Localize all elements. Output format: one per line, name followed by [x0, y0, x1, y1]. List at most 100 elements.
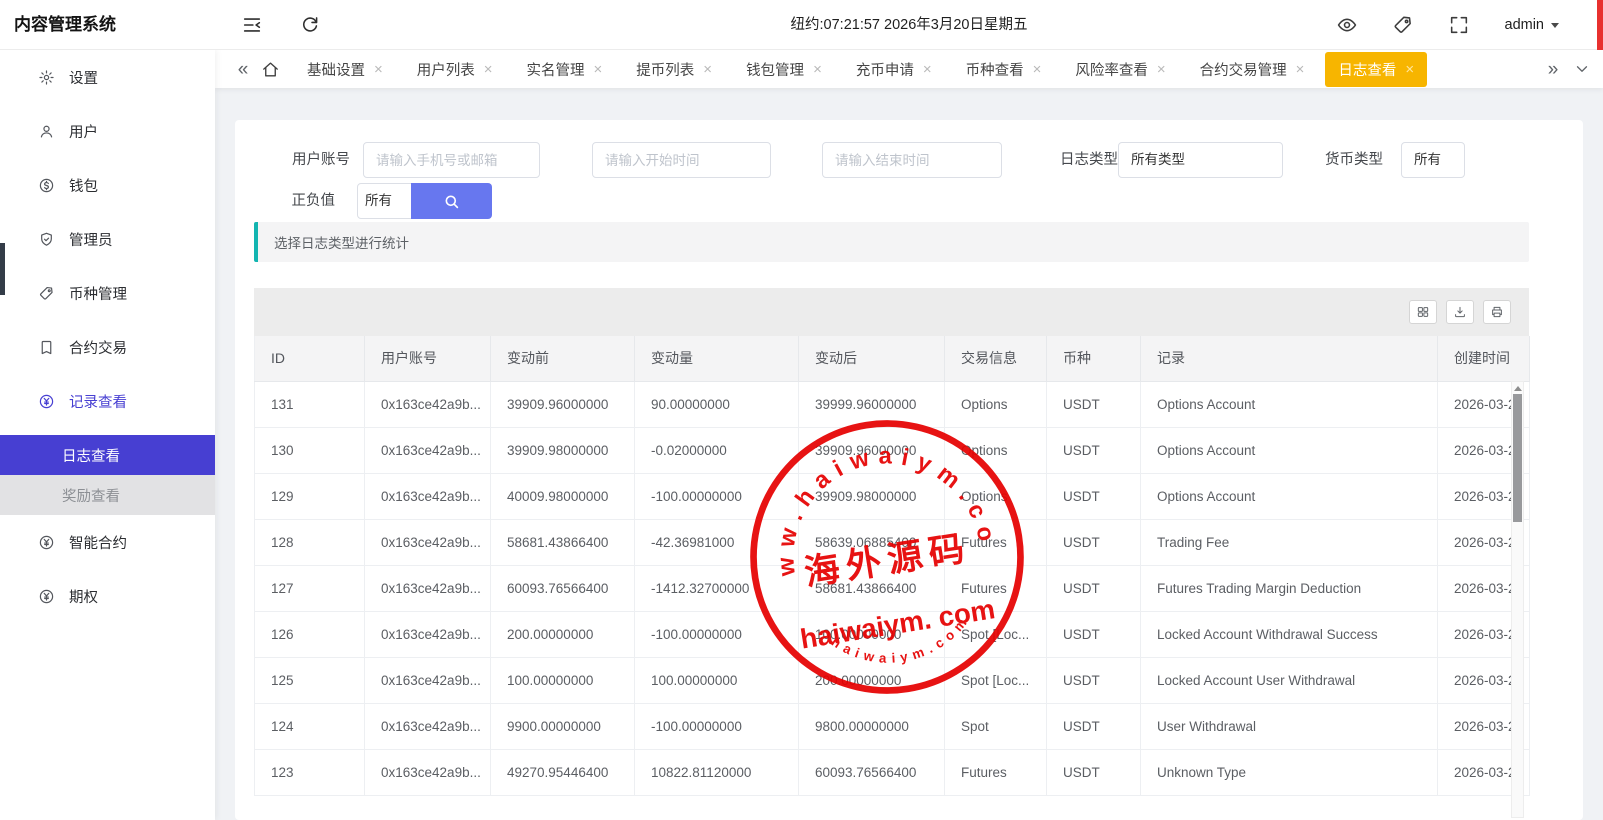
- tab-9[interactable]: 日志查看×: [1325, 52, 1427, 87]
- table-cell: 0x163ce42a9b...: [365, 473, 491, 519]
- tab-6[interactable]: 币种查看×: [953, 52, 1055, 87]
- table-cell: 123: [255, 749, 365, 795]
- account-input[interactable]: [363, 142, 540, 178]
- gear-icon: [38, 69, 55, 86]
- scroll-up-icon[interactable]: [1514, 386, 1522, 391]
- table-cell: 124: [255, 703, 365, 749]
- close-icon[interactable]: ×: [813, 62, 822, 77]
- table-cell: Options Account: [1141, 473, 1438, 519]
- sidebar-item-0[interactable]: 设置: [0, 50, 215, 104]
- content-area: 用户账号 日志类型 所有类型 货币类型 所有 正负值 所有值 选择日志类型进行统…: [215, 88, 1603, 820]
- close-icon[interactable]: ×: [1405, 62, 1414, 77]
- table-cell: 60093.76566400: [491, 565, 635, 611]
- log-type-select[interactable]: 所有类型: [1118, 142, 1283, 178]
- close-icon[interactable]: ×: [1157, 62, 1166, 77]
- close-icon[interactable]: ×: [1033, 62, 1042, 77]
- table-scrollbar[interactable]: [1511, 381, 1524, 818]
- sidebar-item-4[interactable]: 币种管理: [0, 266, 215, 320]
- sidebar-item-9[interactable]: 智能合约: [0, 515, 215, 569]
- refresh-button[interactable]: [299, 14, 321, 36]
- scrollbar-thumb[interactable]: [1513, 394, 1522, 522]
- tag-button[interactable]: [1392, 14, 1414, 36]
- table-cell: 60093.76566400: [799, 749, 945, 795]
- sidebar-item-2[interactable]: 钱包: [0, 158, 215, 212]
- search-button[interactable]: [411, 183, 492, 219]
- table-cell: -100.00000000: [635, 473, 799, 519]
- sidebar-scrollbar-thumb[interactable]: [0, 243, 5, 295]
- sidebar-item-label: 期权: [69, 586, 98, 607]
- sidebar-item-label: 记录查看: [69, 391, 127, 412]
- table-cell: USDT: [1047, 519, 1141, 565]
- table-cell: 49270.95446400: [491, 749, 635, 795]
- sidebar-subitem-7[interactable]: 日志查看: [0, 435, 215, 475]
- table-cell: 39909.98000000: [799, 473, 945, 519]
- tab-label: 风险率查看: [1075, 59, 1148, 80]
- sidebar-item-5[interactable]: 合约交易: [0, 320, 215, 374]
- table-cell: Locked Account User Withdrawal: [1141, 657, 1438, 703]
- info-alert: 选择日志类型进行统计: [254, 222, 1529, 262]
- tab-5[interactable]: 充币申请×: [843, 52, 945, 87]
- table-cell: USDT: [1047, 611, 1141, 657]
- table-cell: 126: [255, 611, 365, 657]
- table-cell: Locked Account Withdrawal Success: [1141, 611, 1438, 657]
- tab-label: 实名管理: [527, 59, 585, 80]
- log-query-card: 用户账号 日志类型 所有类型 货币类型 所有 正负值 所有值 选择日志类型进行统…: [235, 120, 1583, 820]
- user-menu[interactable]: admin: [1505, 0, 1560, 50]
- sidebar-subitem-8[interactable]: 奖励查看: [0, 475, 215, 515]
- table-cell: User Withdrawal: [1141, 703, 1438, 749]
- table-cell: 90.00000000: [635, 381, 799, 427]
- collapse-sidebar-button[interactable]: [241, 14, 263, 36]
- tab-2[interactable]: 实名管理 ×: [514, 52, 616, 87]
- account-label: 用户账号: [265, 142, 350, 178]
- tab-0[interactable]: 基础设置×: [294, 52, 396, 87]
- tabs-scroll-right-button[interactable]: »: [1539, 60, 1567, 79]
- home-tab-button[interactable]: [261, 60, 280, 79]
- tab-8[interactable]: 合约交易管理×: [1187, 52, 1318, 87]
- close-icon[interactable]: ×: [703, 62, 712, 77]
- table-row: 1240x163ce42a9b...9900.00000000-100.0000…: [255, 703, 1530, 749]
- start-time-input[interactable]: [592, 142, 771, 178]
- table-cell: 0x163ce42a9b...: [365, 565, 491, 611]
- table-cell: 200.00000000: [799, 657, 945, 703]
- column-settings-button[interactable]: [1409, 300, 1437, 324]
- column-header: 创建时间: [1438, 336, 1530, 381]
- close-icon[interactable]: ×: [484, 62, 493, 77]
- fullscreen-button[interactable]: [1448, 14, 1470, 36]
- table-cell: Trading Fee: [1141, 519, 1438, 565]
- currency-type-select[interactable]: 所有: [1401, 142, 1465, 178]
- close-icon[interactable]: ×: [594, 62, 603, 77]
- preview-eye-button[interactable]: [1336, 14, 1358, 36]
- sidebar-item-10[interactable]: 期权: [0, 569, 215, 623]
- column-header: ID: [255, 336, 365, 381]
- tab-4[interactable]: 钱包管理×: [733, 52, 835, 87]
- sidebar-item-6[interactable]: 记录查看: [0, 374, 215, 428]
- table-cell: 9800.00000000: [799, 703, 945, 749]
- tab-3[interactable]: 提币列表×: [623, 52, 725, 87]
- close-icon[interactable]: ×: [923, 62, 932, 77]
- sidebar-item-label: 用户: [69, 121, 98, 142]
- table-cell: 131: [255, 381, 365, 427]
- table-row: 1260x163ce42a9b...200.00000000-100.00000…: [255, 611, 1530, 657]
- table-cell: Options: [945, 473, 1047, 519]
- tabs-menu-button[interactable]: [1573, 60, 1591, 78]
- sidebar-subitem-label: 日志查看: [62, 445, 120, 466]
- table-cell: USDT: [1047, 657, 1141, 703]
- tab-7[interactable]: 风险率查看 ×: [1062, 52, 1178, 87]
- close-icon[interactable]: ×: [374, 62, 383, 77]
- table-cell: Options: [945, 381, 1047, 427]
- sign-select[interactable]: 所有值: [357, 183, 412, 219]
- close-icon[interactable]: ×: [1296, 62, 1305, 77]
- table-cell: 0x163ce42a9b...: [365, 519, 491, 565]
- table-cell: 127: [255, 565, 365, 611]
- sidebar-item-3[interactable]: 管理员: [0, 212, 215, 266]
- print-button[interactable]: [1483, 300, 1511, 324]
- sidebar-item-1[interactable]: 用户: [0, 104, 215, 158]
- tab-1[interactable]: 用户列表×: [404, 52, 506, 87]
- table-cell: USDT: [1047, 427, 1141, 473]
- table-cell: Options Account: [1141, 427, 1438, 473]
- end-time-input[interactable]: [822, 142, 1002, 178]
- table-row: 1300x163ce42a9b...39909.98000000-0.02000…: [255, 427, 1530, 473]
- tabs-scroll-left-button[interactable]: «: [229, 60, 257, 79]
- red-edge-strip: [1597, 0, 1603, 50]
- export-button[interactable]: [1446, 300, 1474, 324]
